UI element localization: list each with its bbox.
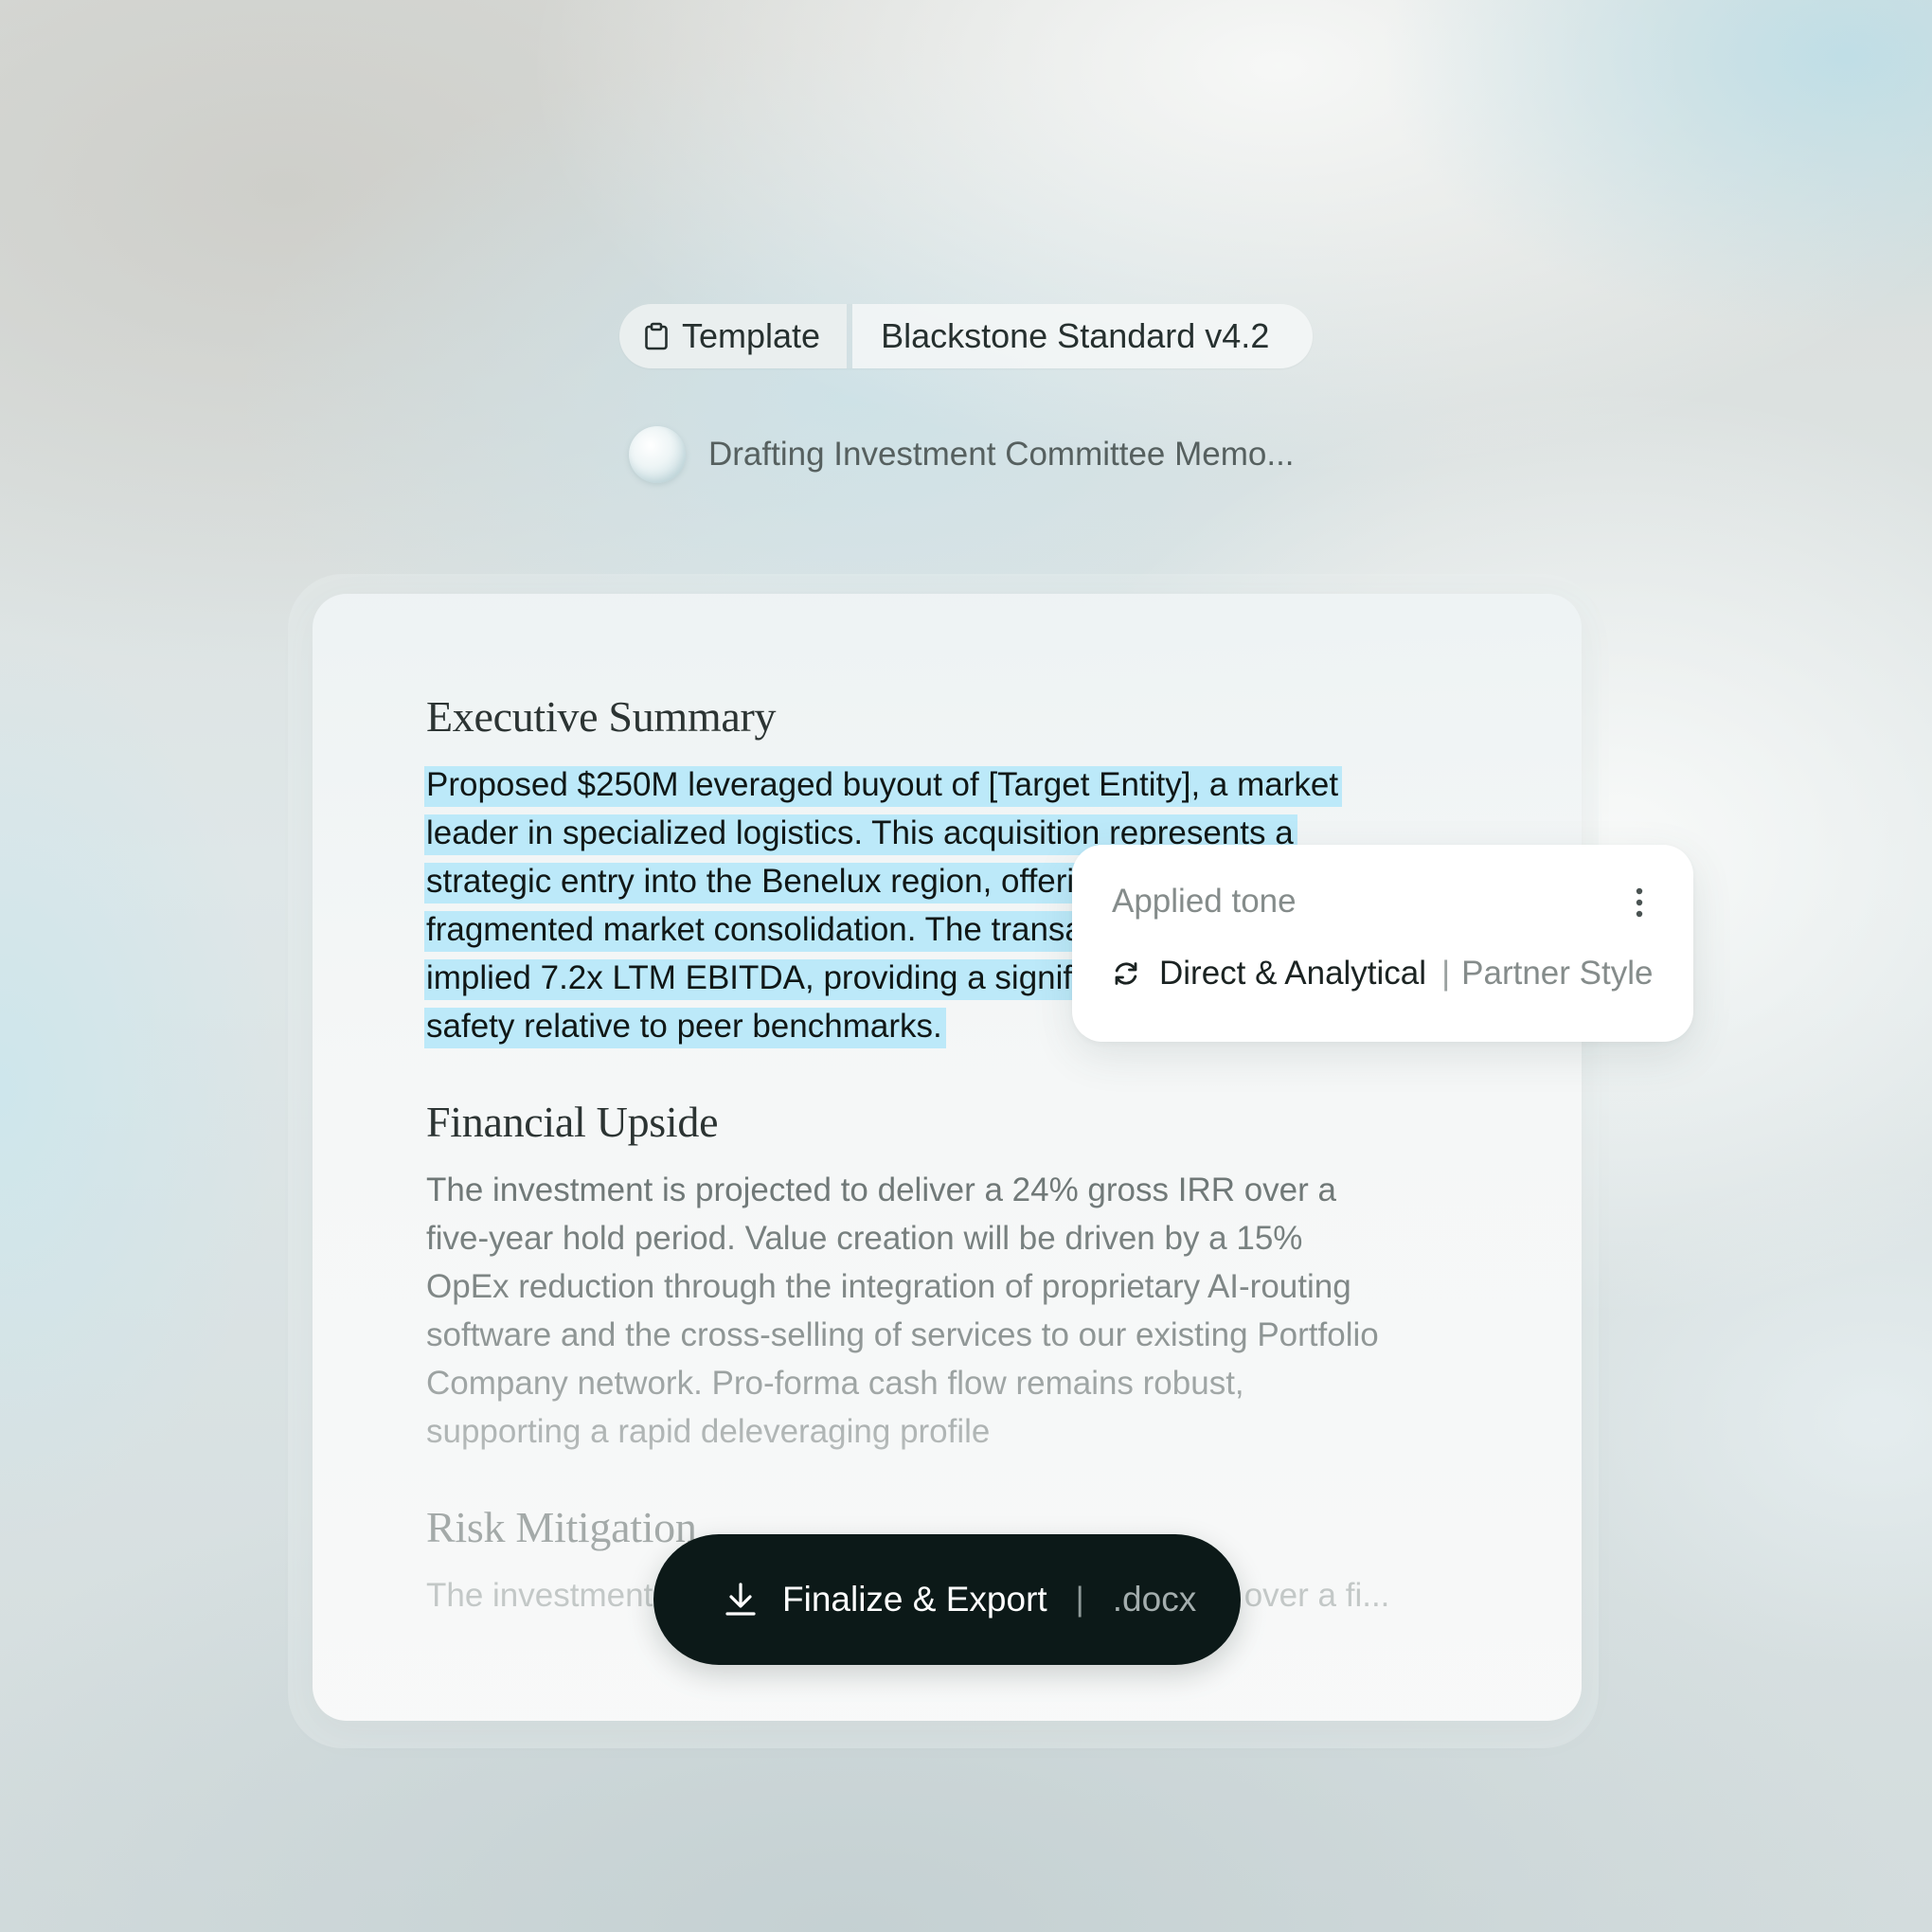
export-label: Finalize & Export — [782, 1580, 1047, 1619]
section-heading-financial-upside: Financial Upside — [426, 1098, 719, 1146]
tone-style: Partner Style — [1461, 955, 1654, 992]
drafting-status: Drafting Investment Committee Memo... — [629, 426, 1295, 483]
applied-tone-label: Applied tone — [1112, 883, 1297, 920]
template-value: Blackstone Standard v4.2 — [881, 316, 1270, 355]
section-heading-executive-summary: Executive Summary — [426, 692, 777, 741]
ai-orb-icon — [629, 426, 686, 483]
section-body-financial-upside: The investment is projected to deliver a… — [426, 1172, 1379, 1450]
more-vertical-icon[interactable] — [1635, 886, 1644, 919]
status-text: Drafting Investment Committee Memo... — [708, 436, 1295, 473]
clipboard-icon — [645, 322, 668, 350]
finalize-export-button[interactable]: Finalize & Export | .docx — [653, 1534, 1241, 1665]
tone-value: Direct & Analytical — [1159, 955, 1427, 992]
tone-selection[interactable]: Direct & Analytical | Partner Style — [1112, 955, 1653, 993]
export-separator: | — [1075, 1581, 1084, 1618]
template-label: Template — [682, 316, 821, 355]
memo-document: Executive Summary Proposed $250M leverag… — [424, 689, 1389, 1619]
template-value-segment[interactable]: Blackstone Standard v4.2 — [852, 304, 1313, 368]
template-selector[interactable]: Template Blackstone Standard v4.2 — [619, 304, 1313, 368]
template-label-segment[interactable]: Template — [619, 304, 848, 368]
applied-tone-popover: Applied tone Direct & Analytical | Partn… — [1072, 845, 1693, 1042]
refresh-icon[interactable] — [1112, 959, 1140, 988]
export-format: .docx — [1112, 1580, 1197, 1619]
download-icon — [725, 1583, 756, 1616]
tone-separator: | — [1441, 955, 1451, 992]
